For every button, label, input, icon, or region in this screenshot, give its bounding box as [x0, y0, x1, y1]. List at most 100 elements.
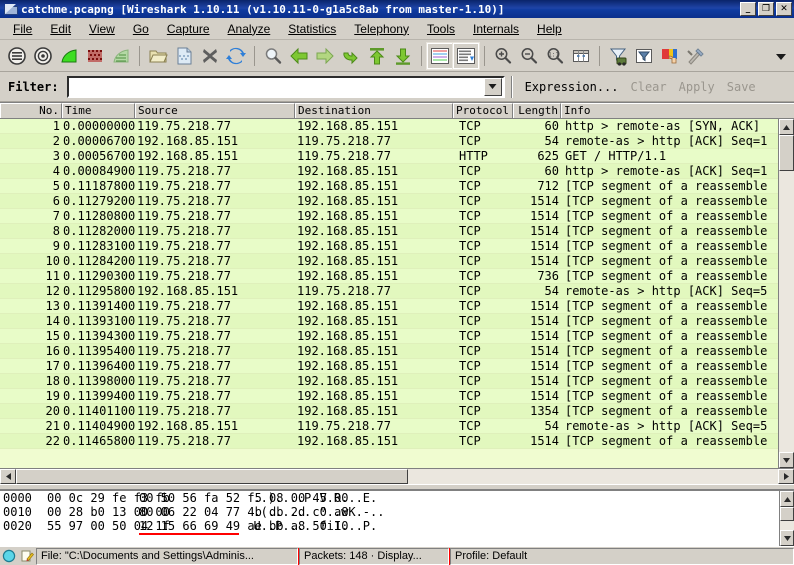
zoom-normal-icon[interactable]: 1:1	[542, 43, 568, 69]
go-to-packet-icon[interactable]	[338, 43, 364, 69]
hex-vertical-scroll-track[interactable]	[780, 507, 794, 530]
status-packets-field[interactable]: Packets: 148 · Display...	[299, 547, 449, 565]
apply-filter-button[interactable]: Apply	[673, 78, 721, 96]
packet-row[interactable]: 6 0.11279200 119.75.218.77 192.168.85.151 TC…	[0, 194, 794, 209]
packet-row[interactable]: 21 0.11404900 192.168.85.151 119.75.218.77 T…	[0, 419, 794, 434]
packet-row[interactable]: 22 0.11465800 119.75.218.77 192.168.85.151 T…	[0, 434, 794, 449]
colorize-icon[interactable]	[426, 41, 454, 70]
interfaces-icon[interactable]	[4, 43, 30, 69]
expression-button[interactable]: Expression...	[519, 78, 625, 96]
menu-tools[interactable]: Tools	[418, 20, 464, 38]
zoom-out-icon[interactable]	[516, 43, 542, 69]
status-file-field[interactable]: File: "C:\Documents and Settings\Adminis…	[36, 547, 298, 565]
packet-row[interactable]: 1 0.00000000 119.75.218.77 192.168.85.151 TC…	[0, 119, 794, 134]
reload-file-icon[interactable]	[223, 43, 249, 69]
packet-row[interactable]: 5 0.11187800 119.75.218.77 192.168.85.151 TC…	[0, 179, 794, 194]
packet-row[interactable]: 12 0.11295800 192.168.85.151 119.75.218.77 T…	[0, 284, 794, 299]
menu-statistics[interactable]: Statistics	[279, 20, 345, 38]
hex-scroll-down-button[interactable]	[780, 530, 794, 546]
go-back-icon[interactable]	[286, 43, 312, 69]
go-last-packet-icon[interactable]	[390, 43, 416, 69]
packet-row[interactable]: 17 0.11396400 119.75.218.77 192.168.85.151 T…	[0, 359, 794, 374]
toolbar-overflow-icon[interactable]	[768, 43, 794, 69]
scroll-down-button[interactable]	[779, 452, 794, 468]
hex-vertical-scroll-thumb[interactable]	[780, 507, 794, 521]
stop-capture-icon[interactable]	[82, 43, 108, 69]
maximize-button[interactable]: ❐	[758, 2, 774, 16]
vertical-scroll-thumb[interactable]	[779, 135, 794, 171]
column-header-length[interactable]: Length	[513, 103, 561, 118]
status-profile-field[interactable]: Profile: Default	[450, 547, 794, 565]
hex-line[interactable]: 0000 00 0c 29 fe f3 fb00 50 56 fa 52 f5 0…	[0, 491, 794, 505]
column-header-source[interactable]: Source	[135, 103, 295, 118]
resize-columns-icon[interactable]	[568, 43, 594, 69]
menu-telephony[interactable]: Telephony	[345, 20, 418, 38]
go-forward-icon[interactable]	[312, 43, 338, 69]
packet-row[interactable]: 14 0.11393100 119.75.218.77 192.168.85.151 T…	[0, 314, 794, 329]
menu-analyze[interactable]: Analyze	[219, 20, 280, 38]
column-header-time[interactable]: Time	[62, 103, 135, 118]
packet-row[interactable]: 16 0.11395400 119.75.218.77 192.168.85.151 T…	[0, 344, 794, 359]
packet-row[interactable]: 2 0.00006700 192.168.85.151 119.75.218.77 TC…	[0, 134, 794, 149]
clear-filter-button[interactable]: Clear	[625, 78, 673, 96]
open-file-icon[interactable]	[145, 43, 171, 69]
close-button[interactable]: ✕	[776, 2, 792, 16]
packet-list-horizontal-scrollbar[interactable]	[0, 468, 794, 484]
packet-row[interactable]: 8 0.11282000 119.75.218.77 192.168.85.151 TC…	[0, 224, 794, 239]
menu-help[interactable]: Help	[528, 20, 571, 38]
restart-capture-icon[interactable]	[108, 43, 134, 69]
packet-row[interactable]: 18 0.11398000 119.75.218.77 192.168.85.151 T…	[0, 374, 794, 389]
find-packet-icon[interactable]	[260, 43, 286, 69]
start-capture-icon[interactable]	[56, 43, 82, 69]
capture-options-icon[interactable]	[30, 43, 56, 69]
menu-file[interactable]: File	[4, 20, 41, 38]
column-header-protocol[interactable]: Protocol	[453, 103, 513, 118]
capture-filters-icon[interactable]	[605, 43, 631, 69]
menu-capture[interactable]: Capture	[158, 20, 219, 38]
column-header-info[interactable]: Info	[561, 103, 794, 118]
expert-info-icon[interactable]	[0, 548, 18, 565]
packet-row[interactable]: 13 0.11391400 119.75.218.77 192.168.85.151 T…	[0, 299, 794, 314]
coloring-rules-icon[interactable]	[657, 43, 683, 69]
column-header-destination[interactable]: Destination	[295, 103, 453, 118]
vertical-scroll-track[interactable]	[779, 135, 794, 452]
packet-row[interactable]: 9 0.11283100 119.75.218.77 192.168.85.151 TC…	[0, 239, 794, 254]
auto-scroll-icon[interactable]	[452, 41, 480, 70]
hex-line[interactable]: 0020 55 97 00 50 04 1f12 15 66 69 49 ae b…	[0, 519, 794, 535]
menu-edit[interactable]: Edit	[41, 20, 80, 38]
save-file-icon[interactable]	[171, 43, 197, 69]
zoom-in-icon[interactable]	[490, 43, 516, 69]
column-header-no[interactable]: No.	[0, 103, 62, 118]
menu-internals[interactable]: Internals	[464, 20, 528, 38]
packet-row[interactable]: 19 0.11399400 119.75.218.77 192.168.85.151 T…	[0, 389, 794, 404]
packet-row[interactable]: 20 0.11401100 119.75.218.77 192.168.85.151 T…	[0, 404, 794, 419]
hex-pane-vertical-scrollbar[interactable]	[779, 491, 794, 546]
hex-line[interactable]: 0010 00 28 b0 13 00 0080 06 22 04 77 4b d…	[0, 505, 794, 519]
hex-scroll-up-button[interactable]	[780, 491, 794, 507]
preferences-icon[interactable]	[683, 43, 709, 69]
display-filters-icon[interactable]	[631, 43, 657, 69]
menu-go[interactable]: Go	[124, 20, 158, 38]
save-filter-button[interactable]: Save	[721, 78, 762, 96]
horizontal-scroll-track[interactable]	[16, 469, 778, 484]
filter-combo[interactable]	[66, 75, 505, 98]
close-file-icon[interactable]	[197, 43, 223, 69]
filter-input[interactable]	[68, 77, 484, 96]
capture-comment-icon[interactable]	[18, 548, 36, 565]
minimize-button[interactable]: _	[740, 2, 756, 16]
chevron-down-icon[interactable]	[483, 77, 502, 96]
packet-row[interactable]: 15 0.11394300 119.75.218.77 192.168.85.151 T…	[0, 329, 794, 344]
horizontal-scroll-thumb[interactable]	[16, 469, 408, 484]
scroll-left-button[interactable]	[0, 469, 16, 484]
packet-bytes-pane[interactable]: 0000 00 0c 29 fe f3 fb00 50 56 fa 52 f5 0…	[0, 490, 794, 546]
packet-row[interactable]: 10 0.11284200 119.75.218.77 192.168.85.151 T…	[0, 254, 794, 269]
packet-row[interactable]: 11 0.11290300 119.75.218.77 192.168.85.151 T…	[0, 269, 794, 284]
packet-list-vertical-scrollbar[interactable]	[778, 119, 794, 468]
packet-row[interactable]: 4 0.00084900 119.75.218.77 192.168.85.151 TC…	[0, 164, 794, 179]
packet-row[interactable]: 7 0.11280800 119.75.218.77 192.168.85.151 TC…	[0, 209, 794, 224]
menu-view[interactable]: View	[80, 20, 124, 38]
packet-row[interactable]: 3 0.00056700 192.168.85.151 119.75.218.77 HT…	[0, 149, 794, 164]
go-first-packet-icon[interactable]	[364, 43, 390, 69]
scroll-right-button[interactable]	[778, 469, 794, 484]
scroll-up-button[interactable]	[779, 119, 794, 135]
